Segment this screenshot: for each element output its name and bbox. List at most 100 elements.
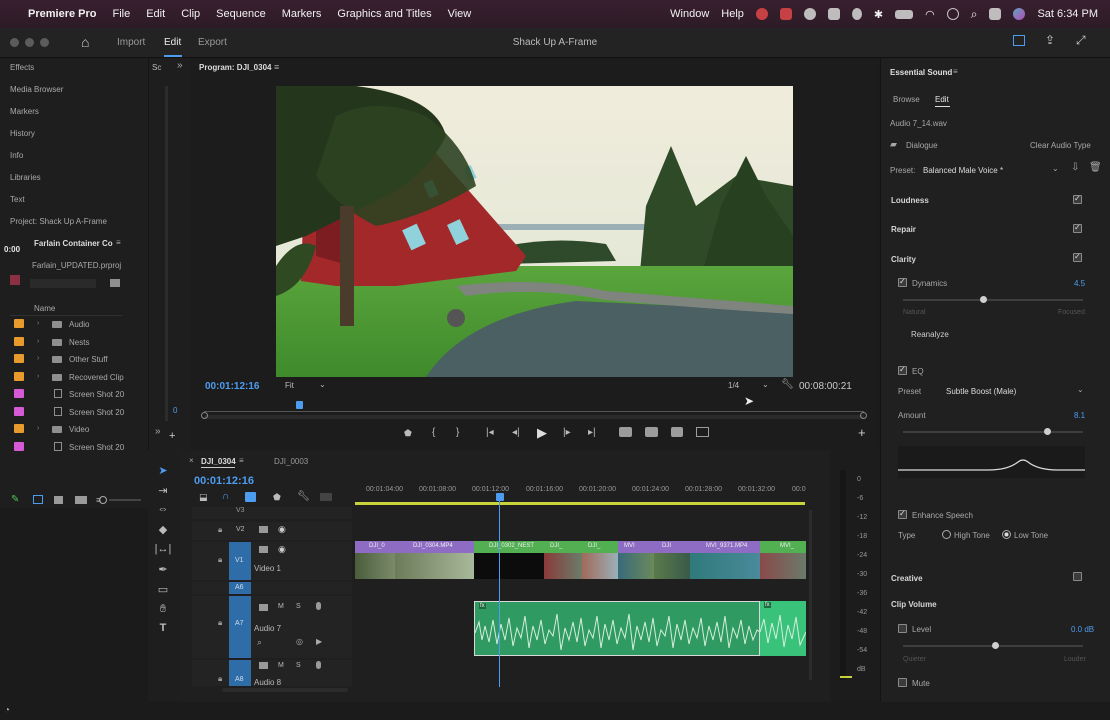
pen-tool-icon[interactable]: ✒ [154, 563, 172, 579]
video-clip[interactable]: DJI_0 [355, 541, 395, 579]
export-frame-button[interactable] [671, 427, 683, 437]
mark-in-button[interactable]: { [432, 427, 435, 438]
item-color-screen-shot-2[interactable] [14, 407, 24, 416]
section-loudness[interactable]: Loudness [891, 196, 929, 205]
sync-lock-icon[interactable] [259, 604, 268, 611]
timeline-tab-dji-0304[interactable]: DJI_0304 [201, 457, 236, 466]
button-editor-icon[interactable]: + [858, 425, 866, 440]
rectangle-tool-icon[interactable]: ▭ [154, 583, 172, 599]
microphone-icon[interactable] [316, 602, 321, 610]
video-clip[interactable]: MVI_9371.MP4 [690, 541, 760, 579]
captions-icon[interactable] [320, 493, 332, 501]
menu-markers[interactable]: Markers [282, 8, 322, 20]
solo-track-button[interactable]: S [296, 603, 301, 610]
icon-view-icon[interactable] [54, 496, 63, 504]
list-view-icon[interactable] [33, 495, 43, 504]
menu-graphics-and-titles[interactable]: Graphics and Titles [337, 8, 431, 20]
timeline-vertical-scrollbar[interactable] [809, 510, 812, 680]
lock-icon[interactable]: 🔒︎ [218, 525, 222, 535]
timeline-close-icon[interactable]: × [189, 456, 194, 465]
panel-overflow-icon[interactable]: » [155, 426, 161, 437]
menu-edit[interactable]: Edit [146, 8, 165, 20]
video-clip[interactable]: DJI_0304.MP4 [395, 541, 474, 579]
video-clip[interactable]: MVI [618, 541, 654, 579]
clock-icon[interactable] [946, 8, 959, 20]
gear-icon[interactable] [803, 8, 816, 20]
eye-icon[interactable]: ◉ [278, 524, 286, 535]
track-name-v1[interactable]: Video 1 [254, 564, 281, 573]
control-center-icon[interactable] [989, 8, 1002, 20]
eq-amount-slider-track[interactable] [903, 431, 1083, 433]
preset-select[interactable]: Balanced Male Voice * ⌄ [923, 164, 1061, 176]
low-tone-radio[interactable] [1002, 530, 1011, 539]
item-color-audio[interactable] [14, 319, 24, 328]
delete-preset-icon[interactable]: 🗑︎ [1089, 162, 1102, 173]
audio-clip[interactable]: fx [474, 601, 760, 656]
lock-icon[interactable]: 🔒︎ [218, 555, 222, 565]
mute-checkbox[interactable] [898, 678, 907, 687]
panel-tab-text[interactable]: Text [10, 195, 25, 204]
pencil-icon[interactable]: ✎ [11, 494, 19, 505]
clear-audio-type-button[interactable]: Clear Audio Type [1030, 141, 1091, 150]
section-clarity[interactable]: Clarity [891, 255, 916, 264]
panel-tab-media-browser[interactable]: Media Browser [10, 85, 63, 94]
moon-icon[interactable] [851, 8, 862, 20]
menu-app-name[interactable]: Premiere Pro [28, 8, 96, 20]
sync-lock-icon[interactable] [259, 526, 268, 533]
high-tone-label[interactable]: High Tone [954, 531, 990, 540]
eq-amount-value[interactable]: 8.1 [1074, 411, 1085, 420]
zoom-slider-track[interactable] [109, 499, 141, 501]
section-clip-volume[interactable]: Clip Volume [891, 600, 937, 609]
display-icon[interactable] [827, 8, 840, 20]
gift-icon[interactable] [779, 8, 792, 20]
new-bin-icon[interactable] [110, 279, 120, 287]
add-marker-icon[interactable]: ⬟ [273, 492, 281, 503]
menu-view[interactable]: View [448, 8, 472, 20]
status-icon[interactable]: ◔ [4, 705, 10, 716]
zoom-slider-knob[interactable] [99, 496, 107, 504]
step-forward-button[interactable]: |▸ [563, 427, 571, 438]
item-color-screen-shot-3[interactable] [14, 442, 24, 451]
project-item-screen-shot-3[interactable]: Screen Shot 20 [69, 443, 124, 452]
resolution-select[interactable]: 1/4 ⌄ [728, 380, 772, 392]
fullscreen-icon[interactable]: ⤢ [1076, 33, 1086, 48]
play-icon[interactable]: ▶ [316, 637, 322, 646]
track-id-v2[interactable]: V2 [236, 526, 245, 533]
track-id-v1[interactable]: V1 [235, 557, 244, 564]
project-item-screen-shot-2[interactable]: Screen Shot 20 [69, 408, 124, 417]
eq-preset-select[interactable]: Subtle Boost (Male) ⌄ [946, 385, 1086, 397]
extract-button[interactable] [645, 427, 658, 437]
ripple-edit-tool-icon[interactable]: ⇔ [154, 503, 172, 519]
panel-tab-project[interactable]: Project: Shack Up A-Frame [10, 217, 107, 226]
slip-tool-icon[interactable]: |↔| [154, 543, 172, 559]
video-clip[interactable]: DJI_0302_NEST [474, 541, 544, 579]
zoom-scrollbar[interactable] [204, 415, 864, 419]
search-icon[interactable]: ⌕ [971, 7, 978, 22]
reanalyze-button[interactable]: Reanalyze [911, 330, 949, 339]
nest-toggle-icon[interactable]: ⬓ [199, 492, 208, 503]
knob-icon[interactable]: ◎ [296, 637, 303, 646]
linked-selection-icon[interactable] [245, 492, 256, 502]
eye-icon[interactable]: ◉ [278, 544, 286, 555]
track-name-a8[interactable]: Audio 8 [254, 678, 281, 687]
zoom-select[interactable]: Fit ⌄ [285, 380, 327, 392]
hand-tool-icon[interactable]: ✋︎ [154, 603, 172, 619]
repair-checkbox[interactable] [1073, 223, 1082, 233]
scrollbar-end-handle[interactable] [860, 412, 867, 419]
panel-tab-history[interactable]: History [10, 129, 35, 138]
share-icon[interactable]: ⇪ [1045, 33, 1055, 47]
menu-clock[interactable]: Sat 6:34 PM [1037, 8, 1098, 20]
track-target-a7[interactable] [229, 596, 251, 658]
mute-label[interactable]: Mute [912, 679, 930, 688]
column-header-name[interactable]: Name [34, 304, 55, 313]
track-id-a6[interactable]: A6 [235, 584, 244, 591]
tab-edit[interactable]: Edit [935, 95, 949, 104]
video-clip[interactable]: MVI_ [760, 541, 806, 579]
track-name-a7[interactable]: Audio 7 [254, 624, 281, 633]
bin-tab[interactable]: Farlain Container Co [34, 239, 124, 248]
project-search-input[interactable] [30, 279, 96, 288]
mark-out-button[interactable]: } [456, 427, 459, 438]
project-item-other-stuff[interactable]: Other Stuff [69, 355, 108, 364]
timeline-playhead-handle[interactable] [496, 493, 504, 501]
go-to-out-button[interactable]: ▸| [588, 427, 596, 438]
